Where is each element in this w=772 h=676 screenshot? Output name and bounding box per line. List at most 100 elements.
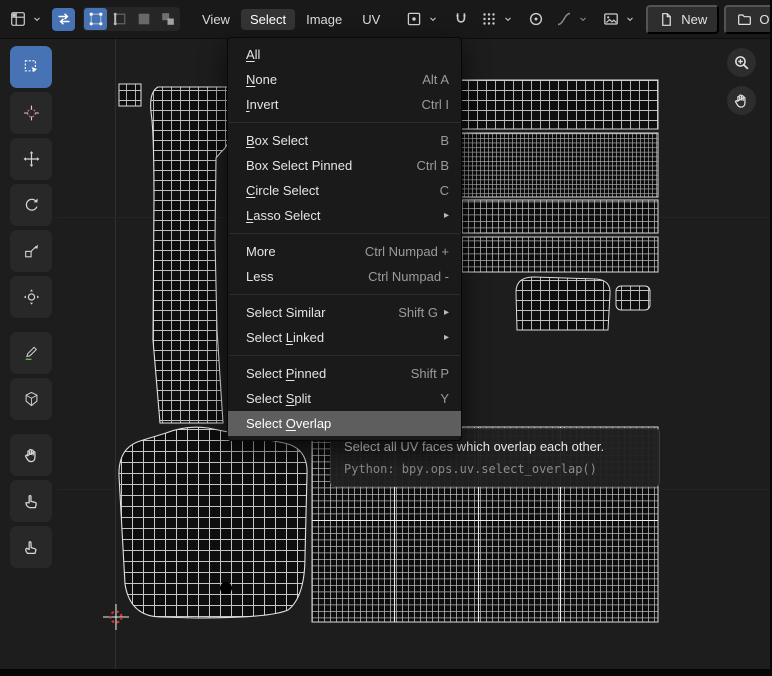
menu-separator	[229, 122, 460, 123]
selection-mode-group	[83, 7, 180, 31]
menu-item-label: Circle Select	[246, 183, 319, 198]
menu-item-shortcut: Alt A	[422, 72, 449, 87]
menu-item-shortcut: C	[439, 183, 449, 198]
zoom-button[interactable]	[727, 48, 756, 77]
falloff-curve-icon	[555, 11, 572, 28]
menu-item-box-select-pinned[interactable]: Box Select Pinned Ctrl B	[228, 153, 461, 178]
menu-item-lasso-select[interactable]: Lasso Select ▸	[228, 203, 461, 228]
menu-item-label: All	[246, 47, 261, 62]
menu-item-select-linked[interactable]: Select Linked ▸	[228, 325, 461, 350]
tool-annotate[interactable]	[10, 332, 52, 374]
vertex-mode-icon	[87, 11, 104, 28]
menu-item-label: Lasso Select	[246, 208, 321, 223]
grab-tool-icon	[23, 447, 40, 464]
tool-relax[interactable]	[10, 480, 52, 522]
pivot-point-dropdown[interactable]	[402, 8, 444, 31]
menu-item-shortcut: Ctrl B	[416, 158, 450, 173]
tooltip-python: Python: bpy.ops.uv.select_overlap()	[344, 462, 597, 476]
menu-item-label: Box Select Pinned	[246, 158, 353, 173]
island-mode-icon	[159, 11, 176, 28]
menu-item-shortcut: Shift P	[410, 366, 449, 381]
editor-type-dropdown[interactable]	[6, 8, 48, 31]
chevron-down-icon	[621, 11, 638, 28]
toolbar-separator	[10, 424, 52, 430]
menu-image[interactable]: Image	[297, 9, 351, 30]
tool-pinch[interactable]	[10, 526, 52, 568]
menu-item-label: Select Overlap	[246, 416, 332, 431]
snap-toggle[interactable]	[449, 8, 472, 31]
tool-sidebar	[10, 46, 52, 568]
pan-button[interactable]	[727, 86, 756, 115]
menu-item-shortcut: Ctrl Numpad -	[368, 269, 449, 284]
menu-separator	[229, 294, 460, 295]
menu-item-none[interactable]: None Alt A	[228, 67, 461, 92]
tool-move[interactable]	[10, 138, 52, 180]
new-image-button[interactable]: New	[646, 4, 720, 34]
chevron-down-icon	[28, 11, 45, 28]
uv-editor-header: View Select Image UV New O	[0, 0, 772, 39]
uv-sync-selection-toggle[interactable]	[52, 7, 75, 31]
menu-item-more[interactable]: More Ctrl Numpad +	[228, 239, 461, 264]
menu-item-circle-select[interactable]: Circle Select C	[228, 178, 461, 203]
uv-2d-cursor[interactable]	[103, 604, 129, 630]
menu-item-label: Select Similar	[246, 305, 326, 320]
menu-item-label: Less	[246, 269, 274, 284]
header-menubar: View Select Image UV	[193, 8, 389, 30]
menu-item-select-split[interactable]: Select Split Y	[228, 386, 461, 411]
chevron-down-icon	[499, 11, 516, 28]
face-mode-icon	[135, 11, 152, 28]
menu-item-shortcut: Shift G	[398, 305, 438, 320]
menu-item-all[interactable]: All	[228, 42, 461, 67]
edge-mode-icon	[111, 11, 128, 28]
submenu-arrow-icon: ▸	[443, 210, 449, 221]
menu-item-shortcut: Ctrl Numpad +	[364, 244, 449, 259]
pan-hand-icon	[733, 92, 750, 109]
zoom-icon	[733, 54, 750, 71]
menu-uv[interactable]: UV	[353, 9, 389, 30]
select-dropdown-menu: All None Alt A Invert Ctrl I Box Select B Box S…	[227, 37, 462, 441]
menu-view[interactable]: View	[193, 9, 239, 30]
submenu-arrow-icon: ▸	[443, 332, 449, 343]
tool-rotate[interactable]	[10, 184, 52, 226]
tool-cursor[interactable]	[10, 92, 52, 134]
uv-pinned-dot	[220, 582, 232, 594]
proportional-falloff-dropdown[interactable]	[552, 8, 594, 31]
menu-item-select-pinned[interactable]: Select Pinned Shift P	[228, 361, 461, 386]
scale-tool-icon	[23, 243, 40, 260]
select-mode-edge[interactable]	[108, 8, 131, 30]
menu-item-less[interactable]: Less Ctrl Numpad -	[228, 264, 461, 289]
menu-item-select-overlap[interactable]: Select Overlap	[228, 411, 461, 436]
tool-select-box[interactable]	[10, 46, 52, 88]
menu-item-label: Select Linked	[246, 330, 325, 345]
menu-item-label: More	[246, 244, 276, 259]
menu-item-invert[interactable]: Invert Ctrl I	[228, 92, 461, 117]
menu-separator	[229, 233, 460, 234]
header-right-controls: New Open	[402, 4, 772, 34]
select-mode-face[interactable]	[132, 8, 155, 30]
image-browse-dropdown[interactable]	[599, 8, 641, 31]
proportional-editing-toggle[interactable]	[524, 8, 547, 31]
select-mode-island[interactable]	[156, 8, 179, 30]
image-icon	[602, 11, 619, 28]
move-tool-icon	[23, 151, 40, 168]
transform-tool-icon	[23, 289, 40, 306]
measure-tool-icon	[23, 391, 40, 408]
relax-tool-icon	[23, 493, 40, 510]
snapping-dropdown[interactable]	[477, 8, 519, 31]
select-mode-vertex[interactable]	[84, 8, 107, 30]
menu-item-label: Invert	[246, 97, 279, 112]
menu-item-box-select[interactable]: Box Select B	[228, 128, 461, 153]
tool-transform[interactable]	[10, 276, 52, 318]
uv-editor-type-icon	[9, 11, 26, 28]
menu-item-shortcut: Y	[440, 391, 449, 406]
menu-select[interactable]: Select	[240, 8, 296, 30]
toolbar-separator	[10, 322, 52, 328]
menu-item-select-similar[interactable]: Select Similar Shift G ▸	[228, 300, 461, 325]
open-image-button[interactable]: Open	[724, 4, 772, 34]
tool-measure[interactable]	[10, 378, 52, 420]
tool-grab[interactable]	[10, 434, 52, 476]
tool-scale[interactable]	[10, 230, 52, 272]
window-edge-bottom	[0, 669, 772, 676]
cursor-tool-icon	[23, 105, 40, 122]
proportional-circle-icon	[527, 11, 544, 28]
